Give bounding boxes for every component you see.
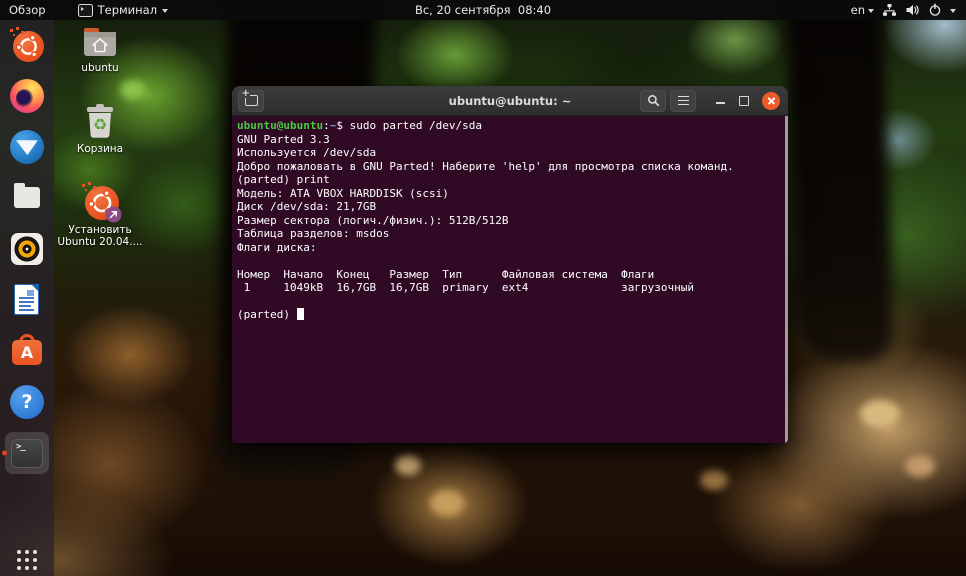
terminal-line: Добро пожаловать в GNU Parted! Наберите … (237, 160, 788, 174)
close-button[interactable] (762, 92, 780, 110)
desktop-icon-installer[interactable]: Установить Ubuntu 20.04.... (54, 182, 146, 248)
ubuntu-software-icon: A (12, 340, 42, 365)
dock-item-thunderbird[interactable] (10, 130, 44, 164)
app-menu-label: Терминал (98, 3, 157, 17)
desktop-icon-label: Ubuntu 20.04.... (57, 236, 142, 248)
terminal-line (237, 254, 788, 268)
maximize-button[interactable] (732, 90, 756, 112)
terminal-line: 1 1049kB 16,7GB 16,7GB primary ext4 загр… (237, 281, 788, 295)
dock-item-firefox[interactable] (10, 79, 44, 113)
chevron-down-icon (868, 9, 874, 13)
terminal-line: ubuntu@ubuntu:~$ sudo parted /dev/sda (237, 119, 788, 133)
search-button[interactable] (640, 90, 666, 112)
desktop-icon-label: Корзина (77, 143, 123, 155)
terminal-line: Таблица разделов: msdos (237, 227, 788, 241)
terminal-line (237, 295, 788, 309)
activities-button[interactable]: Обзор (0, 0, 55, 20)
terminal-window: + ubuntu@ubuntu: ~ ubuntu@ubuntu:~$ (232, 86, 788, 443)
text-cursor (297, 308, 304, 320)
bokeh-highlight (860, 400, 900, 428)
bokeh-highlight (120, 80, 146, 100)
hamburger-icon (678, 96, 689, 106)
ubuntu-logo-icon (13, 31, 44, 62)
launch-arrow-badge (105, 206, 122, 223)
scrollbar[interactable] (785, 116, 788, 443)
help-icon: ? (10, 385, 44, 419)
app-grid-icon (17, 550, 37, 570)
window-menu-button[interactable] (670, 90, 696, 112)
top-bar: Обзор Терминал Вс, 20 сентября 08:40 en (0, 0, 966, 20)
desktop-icon-trash[interactable]: ♻ Корзина (54, 103, 146, 155)
dock-item-ubuntu-software[interactable]: A (10, 334, 44, 368)
desktop: Обзор Терминал Вс, 20 сентября 08:40 en (0, 0, 966, 576)
terminal-line: (parted) (237, 308, 788, 322)
desktop-icon-home[interactable]: ubuntu (54, 26, 146, 74)
dock-item-rhythmbox[interactable] (10, 232, 44, 266)
activities-label: Обзор (9, 3, 46, 17)
chevron-down-icon (162, 9, 168, 13)
thunderbird-icon (10, 130, 44, 164)
terminal-line: Используется /dev/sda (237, 146, 788, 160)
power-icon (928, 3, 942, 17)
terminal-line: Размер сектора (логич./физич.): 512B/512… (237, 214, 788, 228)
terminal-line: GNU Parted 3.3 (237, 133, 788, 147)
keyboard-layout-indicator[interactable]: en (851, 3, 874, 17)
desktop-icon-label: ubuntu (81, 62, 118, 74)
terminal-line: Флаги диска: (237, 241, 788, 255)
bokeh-highlight (395, 455, 421, 475)
dock-item-files[interactable] (10, 181, 44, 215)
terminal-output: ubuntu@ubuntu:~$ sudo parted /dev/sdaGNU… (237, 119, 788, 322)
terminal-icon: >_ (11, 439, 43, 468)
search-icon (647, 94, 660, 107)
dock-item-ubuntu-installer[interactable] (10, 28, 44, 62)
keyboard-layout-label: en (851, 3, 865, 17)
terminal-line: (parted) print (237, 173, 788, 187)
terminal-line: Номер Начало Конец Размер Тип Файловая с… (237, 268, 788, 282)
app-menu-terminal[interactable]: Терминал (69, 0, 177, 20)
dock-item-help[interactable]: ? (10, 385, 44, 419)
dock-item-libreoffice-writer[interactable] (10, 283, 44, 317)
svg-text:♻: ♻ (93, 115, 107, 134)
window-titlebar[interactable]: + ubuntu@ubuntu: ~ (232, 86, 788, 116)
chevron-down-icon (950, 9, 956, 13)
dock: A ? >_ (0, 20, 54, 576)
minimize-icon (716, 102, 725, 104)
firefox-icon (10, 79, 44, 113)
network-icon (882, 3, 897, 17)
rhythmbox-icon (11, 233, 43, 265)
libreoffice-writer-icon (14, 284, 39, 315)
bokeh-highlight (430, 490, 464, 516)
trash-icon: ♻ (83, 103, 117, 139)
running-indicator (2, 451, 7, 456)
tree-trunk (785, 0, 894, 365)
volume-icon (905, 3, 920, 17)
minimize-button[interactable] (708, 90, 732, 112)
files-icon (14, 187, 40, 208)
desktop-icon-label: Установить (68, 224, 131, 236)
bokeh-highlight (905, 455, 935, 477)
terminal-line: Модель: ATA VBOX HARDDISK (scsi) (237, 187, 788, 201)
show-applications-button[interactable] (10, 550, 44, 570)
new-tab-icon: + (245, 95, 258, 106)
bokeh-highlight (700, 470, 728, 490)
new-tab-button[interactable]: + (238, 90, 264, 112)
terminal-viewport[interactable]: ubuntu@ubuntu:~$ sudo parted /dev/sdaGNU… (232, 116, 788, 443)
terminal-app-icon (78, 4, 93, 17)
maximize-icon (739, 96, 749, 106)
terminal-line: Диск /dev/sda: 21,7GB (237, 200, 788, 214)
home-folder-icon (81, 26, 119, 58)
dock-item-terminal[interactable]: >_ (5, 432, 49, 474)
system-status-area[interactable]: en (851, 3, 966, 17)
